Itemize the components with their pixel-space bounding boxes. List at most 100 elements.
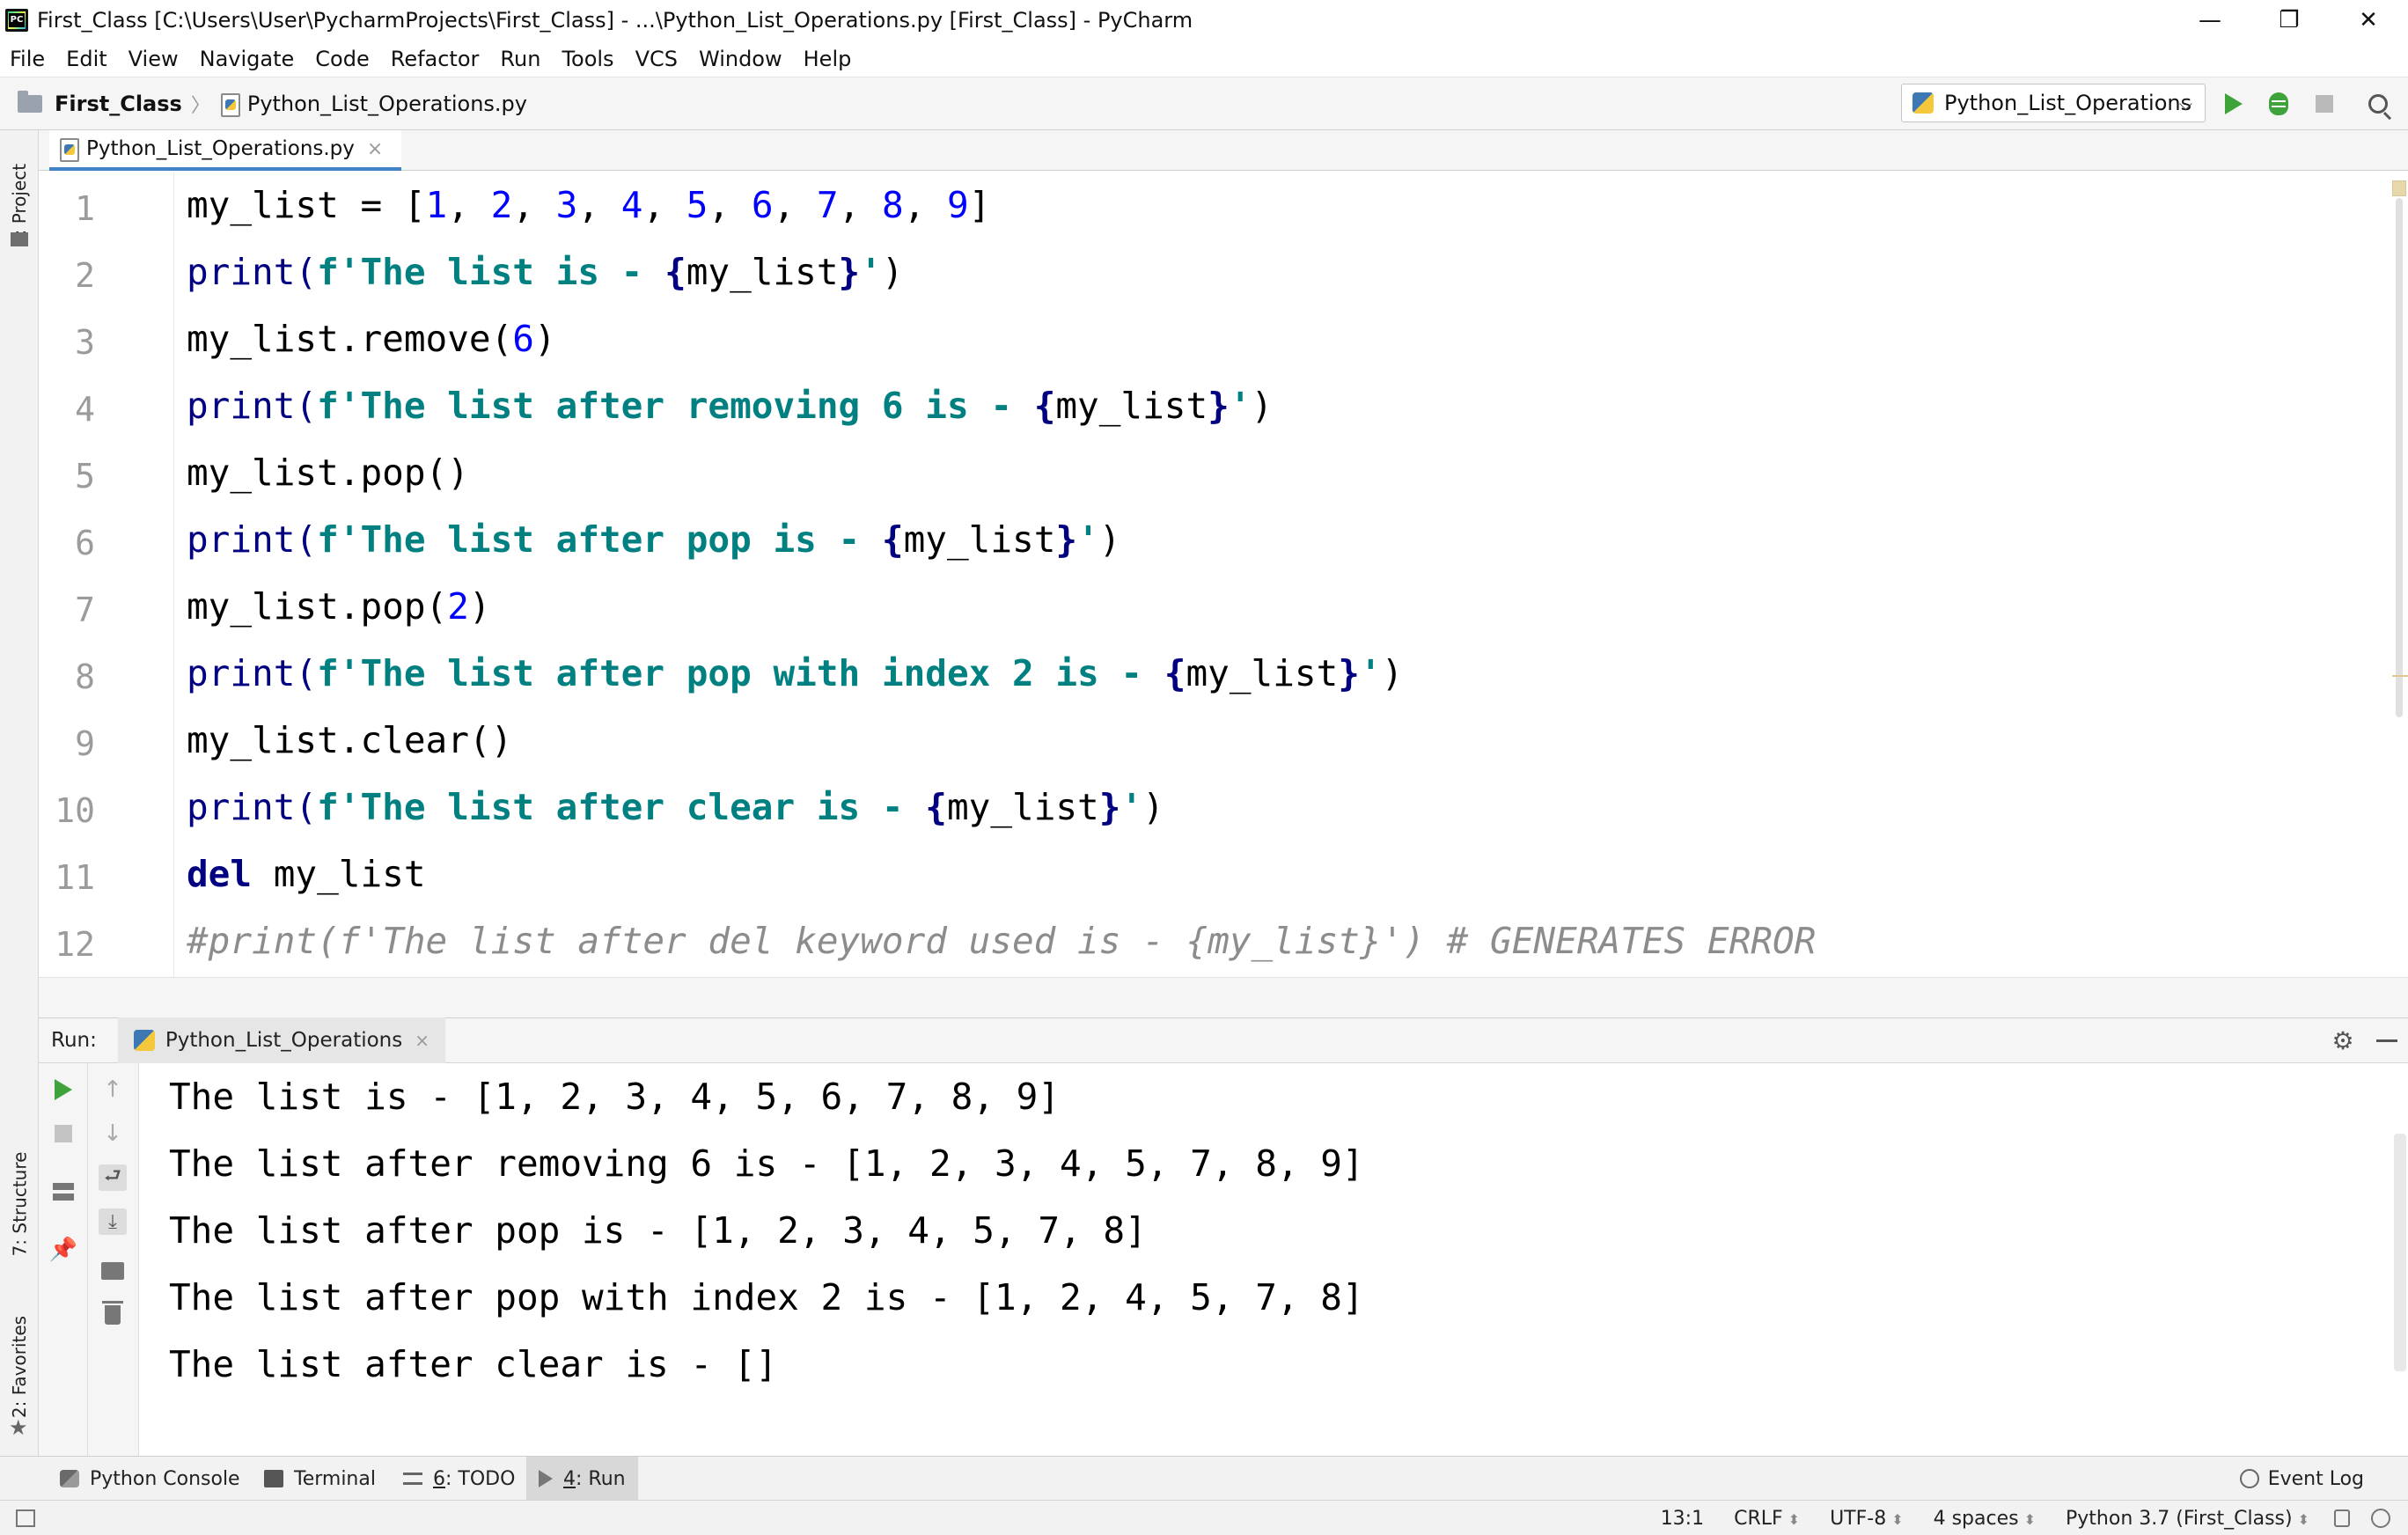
code-editor[interactable]: 1 2 3 4 5 6 7 8 9 10 11 12 my_list = [1,… [39, 172, 2408, 977]
console-line: The list after pop with index 2 is - [1,… [169, 1276, 1364, 1318]
inspector-face-icon[interactable] [2371, 1509, 2390, 1528]
close-button[interactable]: ✕ [2329, 0, 2408, 40]
breadcrumb-project[interactable]: First_Class [55, 92, 182, 116]
code-fstring: f'The list after pop with index 2 is - [317, 652, 1164, 694]
code-line: my_list.pop(2) [187, 585, 491, 628]
line-separator-selector[interactable]: CRLF ⬍ [1734, 1508, 1800, 1530]
code-fstring: ' [1359, 652, 1382, 694]
stop-button[interactable] [2309, 88, 2340, 120]
tab-favorites[interactable]: 2: Favorites [0, 1301, 39, 1433]
gear-icon[interactable]: ⚙ [2331, 1029, 2355, 1054]
print-button[interactable] [88, 1252, 137, 1290]
indent-selector[interactable]: 4 spaces ⬍ [1934, 1508, 2036, 1530]
scrollbar-thumb[interactable] [2396, 198, 2403, 717]
tab-terminal[interactable]: Terminal [252, 1457, 388, 1501]
code-fstring: f'The list is - [317, 251, 665, 293]
tab-structure[interactable]: 7: Structure [0, 1134, 39, 1274]
minimize-button[interactable]: — [2170, 0, 2250, 40]
tab-event-log[interactable]: Event Log [2239, 1457, 2364, 1501]
hide-panel-icon[interactable] [2376, 1039, 2397, 1042]
navigation-bar: First_Class 〉 Python_List_Operations.py … [0, 77, 2408, 130]
terminal-icon [264, 1470, 283, 1487]
stop-run-button[interactable] [39, 1114, 88, 1153]
code-number: 9 [947, 184, 969, 226]
tab-run-label: : Run [576, 1467, 626, 1490]
debug-button[interactable] [2263, 88, 2294, 120]
menu-run[interactable]: Run [489, 40, 551, 77]
star-icon: ★ [9, 1415, 28, 1440]
panel-divider[interactable] [39, 977, 2408, 1017]
clear-all-button[interactable] [88, 1296, 137, 1334]
breadcrumb-separator: 〉 [190, 94, 210, 117]
tab-python-console[interactable]: Python Console [48, 1457, 253, 1501]
restore-button[interactable]: ❐ [2250, 0, 2329, 40]
tab-todo-number: 6 [433, 1467, 445, 1490]
run-tab-python-list-operations[interactable]: Python_List_Operations × [117, 1017, 445, 1063]
code-fstring: ' [860, 251, 882, 293]
down-stack-button[interactable]: ↓ [88, 1114, 137, 1153]
soft-wrap-button[interactable]: ⮐ [88, 1158, 137, 1197]
run-button[interactable] [2218, 88, 2250, 120]
project-folder-icon [11, 232, 28, 246]
tab-python-list-operations[interactable]: Python_List_Operations.py × [49, 130, 401, 171]
code-token: my_list [946, 786, 1099, 828]
breadcrumb-file[interactable]: Python_List_Operations.py [247, 92, 527, 116]
code-token: ) [1251, 385, 1274, 427]
menu-refactor[interactable]: Refactor [380, 40, 490, 77]
code-number: 5 [686, 184, 708, 226]
line-number: 4 [75, 390, 95, 429]
pin-tab-button[interactable]: 📌 [39, 1230, 88, 1269]
code-line: print(f'The list after pop is - {my_list… [187, 518, 1120, 561]
interpreter-selector[interactable]: Python 3.7 (First_Class) ⬍ [2066, 1508, 2309, 1530]
toggle-tool-windows-icon[interactable] [16, 1509, 35, 1527]
editor-scrollbar[interactable] [2389, 172, 2408, 977]
tab-python-console-label: Python Console [90, 1467, 240, 1490]
scroll-to-end-button[interactable]: ⤓ [88, 1202, 137, 1241]
tab-todo[interactable]: 6: TODO [391, 1457, 527, 1501]
run-console-output[interactable]: The list is - [1, 2, 3, 4, 5, 6, 7, 8, 9… [139, 1063, 2408, 1456]
menu-file[interactable]: File [0, 40, 55, 77]
left-tool-strip: 1: Project 7: Structure 2: Favorites ★ [0, 130, 39, 1456]
line-separator-label: CRLF [1734, 1507, 1783, 1530]
run-configuration-dropdown[interactable]: Python_List_Operations ⌵ [1901, 84, 2206, 122]
todo-list-icon [403, 1473, 422, 1485]
close-run-tab-icon[interactable]: × [415, 1030, 429, 1051]
close-tab-icon[interactable]: × [367, 138, 383, 160]
code-token: ) [468, 585, 491, 628]
menu-tools[interactable]: Tools [551, 40, 624, 77]
run-configuration-label: Python_List_Operations [1944, 91, 2192, 115]
code-token: my_list [1186, 652, 1339, 694]
inspection-status-icon[interactable] [2392, 180, 2406, 196]
play-icon [539, 1470, 553, 1487]
tab-project[interactable]: 1: Project [0, 139, 39, 271]
python-console-icon [60, 1470, 79, 1487]
menu-window[interactable]: Window [688, 40, 793, 77]
tab-run[interactable]: 4: Run [526, 1457, 638, 1501]
menu-navigate[interactable]: Navigate [189, 40, 305, 77]
code-number: 2 [447, 585, 469, 628]
code-number: 4 [620, 184, 643, 226]
code-brace: } [838, 251, 861, 293]
code-token: , [773, 184, 817, 226]
soft-wrap-icon: ⮐ [99, 1164, 127, 1191]
line-number: 3 [75, 323, 95, 362]
console-scrollbar[interactable] [2394, 1134, 2406, 1371]
menu-view[interactable]: View [118, 40, 189, 77]
up-stack-button[interactable]: ↑ [88, 1070, 137, 1109]
lock-icon[interactable] [2334, 1509, 2350, 1527]
menu-edit[interactable]: Edit [55, 40, 117, 77]
menu-code[interactable]: Code [305, 40, 379, 77]
menu-help[interactable]: Help [793, 40, 863, 77]
code-token: my_list.remove( [187, 318, 513, 360]
menu-vcs[interactable]: VCS [625, 40, 688, 77]
error-stripe-marker[interactable] [2392, 675, 2408, 677]
caret-position[interactable]: 13:1 [1661, 1508, 1704, 1530]
console-line: The list after clear is - [] [169, 1343, 778, 1385]
line-number: 7 [75, 591, 95, 629]
encoding-selector[interactable]: UTF-8 ⬍ [1830, 1508, 1904, 1530]
window-controls: — ❐ ✕ [2170, 0, 2408, 40]
rerun-button[interactable] [39, 1070, 88, 1109]
search-everywhere-button[interactable] [2362, 88, 2394, 120]
code-token: my_list.clear() [187, 719, 513, 761]
restore-layout-button[interactable] [39, 1172, 88, 1211]
